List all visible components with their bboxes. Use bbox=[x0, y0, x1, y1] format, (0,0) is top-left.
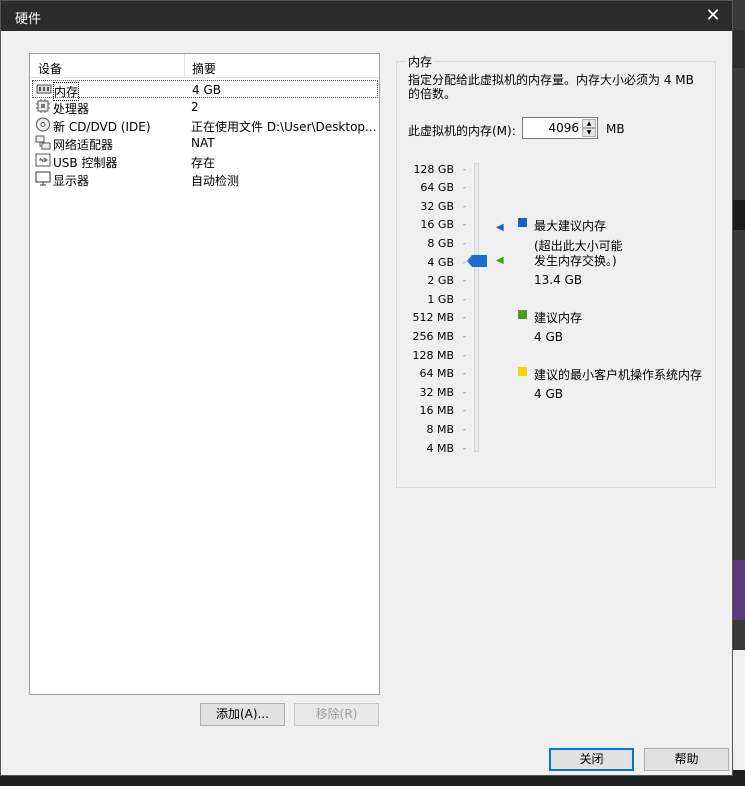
network-icon bbox=[35, 135, 51, 150]
min-legend-swatch bbox=[518, 367, 527, 376]
scale-label: 1 GB bbox=[427, 293, 454, 306]
background-app-strip bbox=[733, 0, 745, 786]
device-row-processor[interactable]: 处理器 2 bbox=[32, 98, 378, 116]
scale-label: 2 GB bbox=[427, 274, 454, 287]
scale-label: 16 GB bbox=[420, 218, 454, 231]
memory-description: 指定分配给此虚拟机的内存量。内存大小必须为 4 MB 的倍数。 bbox=[408, 73, 694, 101]
max-legend-swatch bbox=[518, 218, 527, 227]
scale-label: 128 GB bbox=[413, 163, 454, 176]
scale-label: 32 MB bbox=[419, 386, 454, 399]
scale-label: 256 MB bbox=[412, 330, 454, 343]
device-row-usb[interactable]: USB 控制器 存在 bbox=[32, 152, 378, 170]
device-row-network[interactable]: 网络适配器 NAT bbox=[32, 134, 378, 152]
device-name: 网络适配器 bbox=[53, 138, 114, 152]
scale-label: 64 MB bbox=[419, 367, 454, 380]
scale-label: 128 MB bbox=[412, 349, 454, 362]
memory-group-title: 内存 bbox=[406, 53, 435, 70]
scale-label: 8 GB bbox=[427, 237, 454, 250]
window-title: 硬件 bbox=[15, 12, 42, 27]
scale-label: 64 GB bbox=[420, 181, 454, 194]
monitor-icon bbox=[35, 171, 51, 186]
memory-scale: 128 GB 64 GB 32 GB 16 GB 8 GB 4 GB 2 GB … bbox=[412, 163, 466, 455]
min-legend-title: 建议的最小客户机操作系统内存 bbox=[534, 368, 703, 382]
recommended-legend-title: 建议内存 bbox=[534, 311, 583, 325]
scale-label: 4 GB bbox=[427, 256, 454, 269]
memory-icon bbox=[36, 84, 52, 94]
recommended-legend-value: 4 GB bbox=[534, 330, 563, 344]
spin-down-icon[interactable]: ▼ bbox=[582, 128, 596, 137]
device-summary: 自动检测 bbox=[191, 174, 240, 188]
device-name: 显示器 bbox=[53, 174, 90, 188]
column-header-device[interactable]: 设备 bbox=[38, 60, 62, 77]
help-button[interactable]: 帮助 bbox=[644, 748, 729, 771]
close-icon[interactable]: ✕ bbox=[698, 3, 728, 29]
device-name: 处理器 bbox=[53, 102, 90, 116]
memory-value-input[interactable]: 4096 bbox=[523, 121, 579, 135]
device-row-memory[interactable]: 内存 4 GB bbox=[32, 80, 378, 101]
device-summary: 4 GB bbox=[192, 83, 221, 97]
device-row-display[interactable]: 显示器 自动检测 bbox=[32, 170, 378, 188]
scale-label: 32 GB bbox=[420, 200, 454, 213]
min-legend-value: 4 GB bbox=[534, 387, 563, 401]
memory-unit: MB bbox=[606, 122, 625, 136]
device-summary: 2 bbox=[191, 100, 199, 114]
usb-icon bbox=[35, 153, 51, 167]
recommended-legend-swatch bbox=[518, 310, 527, 319]
cpu-icon bbox=[36, 99, 50, 113]
scale-label: 8 MB bbox=[426, 423, 454, 436]
max-recommended-marker-icon: ◀ bbox=[496, 222, 504, 233]
device-list[interactable]: 设备 摘要 内存 4 GB 处理器 2 新 CD/DVD (IDE) 正在使用文… bbox=[29, 53, 380, 695]
memory-field-label: 此虚拟机的内存(M): bbox=[408, 124, 516, 138]
device-list-header: 设备 摘要 bbox=[30, 54, 379, 78]
add-button[interactable]: 添加(A)... bbox=[200, 703, 285, 726]
scale-label: 512 MB bbox=[412, 311, 454, 324]
device-name: USB 控制器 bbox=[53, 156, 118, 170]
column-header-summary[interactable]: 摘要 bbox=[192, 60, 216, 77]
memory-slider-track[interactable] bbox=[474, 163, 479, 452]
scale-label: 16 MB bbox=[419, 404, 454, 417]
device-summary: 正在使用文件 D:\User\Desktop... bbox=[191, 120, 377, 134]
max-legend-title: 最大建议内存 bbox=[534, 219, 607, 233]
max-legend-value: 13.4 GB bbox=[534, 273, 583, 287]
device-name: 新 CD/DVD (IDE) bbox=[53, 120, 151, 134]
max-legend-note: 发生内存交换。) bbox=[534, 254, 617, 268]
memory-slider-thumb[interactable] bbox=[467, 255, 487, 267]
cd-dvd-icon bbox=[36, 117, 50, 132]
recommended-marker-icon: ◀ bbox=[496, 255, 504, 266]
title-bar: 硬件 ✕ bbox=[1, 1, 732, 31]
scale-label: 4 MB bbox=[426, 442, 454, 455]
device-row-cd-dvd[interactable]: 新 CD/DVD (IDE) 正在使用文件 D:\User\Desktop... bbox=[32, 116, 378, 134]
device-summary: 存在 bbox=[191, 156, 216, 170]
device-summary: NAT bbox=[191, 136, 215, 150]
remove-button[interactable]: 移除(R) bbox=[294, 703, 379, 726]
memory-stepper[interactable]: 4096 ▲ ▼ bbox=[522, 117, 598, 139]
column-divider[interactable] bbox=[184, 54, 185, 78]
close-button[interactable]: 关闭 bbox=[549, 748, 634, 771]
spin-up-icon[interactable]: ▲ bbox=[582, 119, 596, 128]
